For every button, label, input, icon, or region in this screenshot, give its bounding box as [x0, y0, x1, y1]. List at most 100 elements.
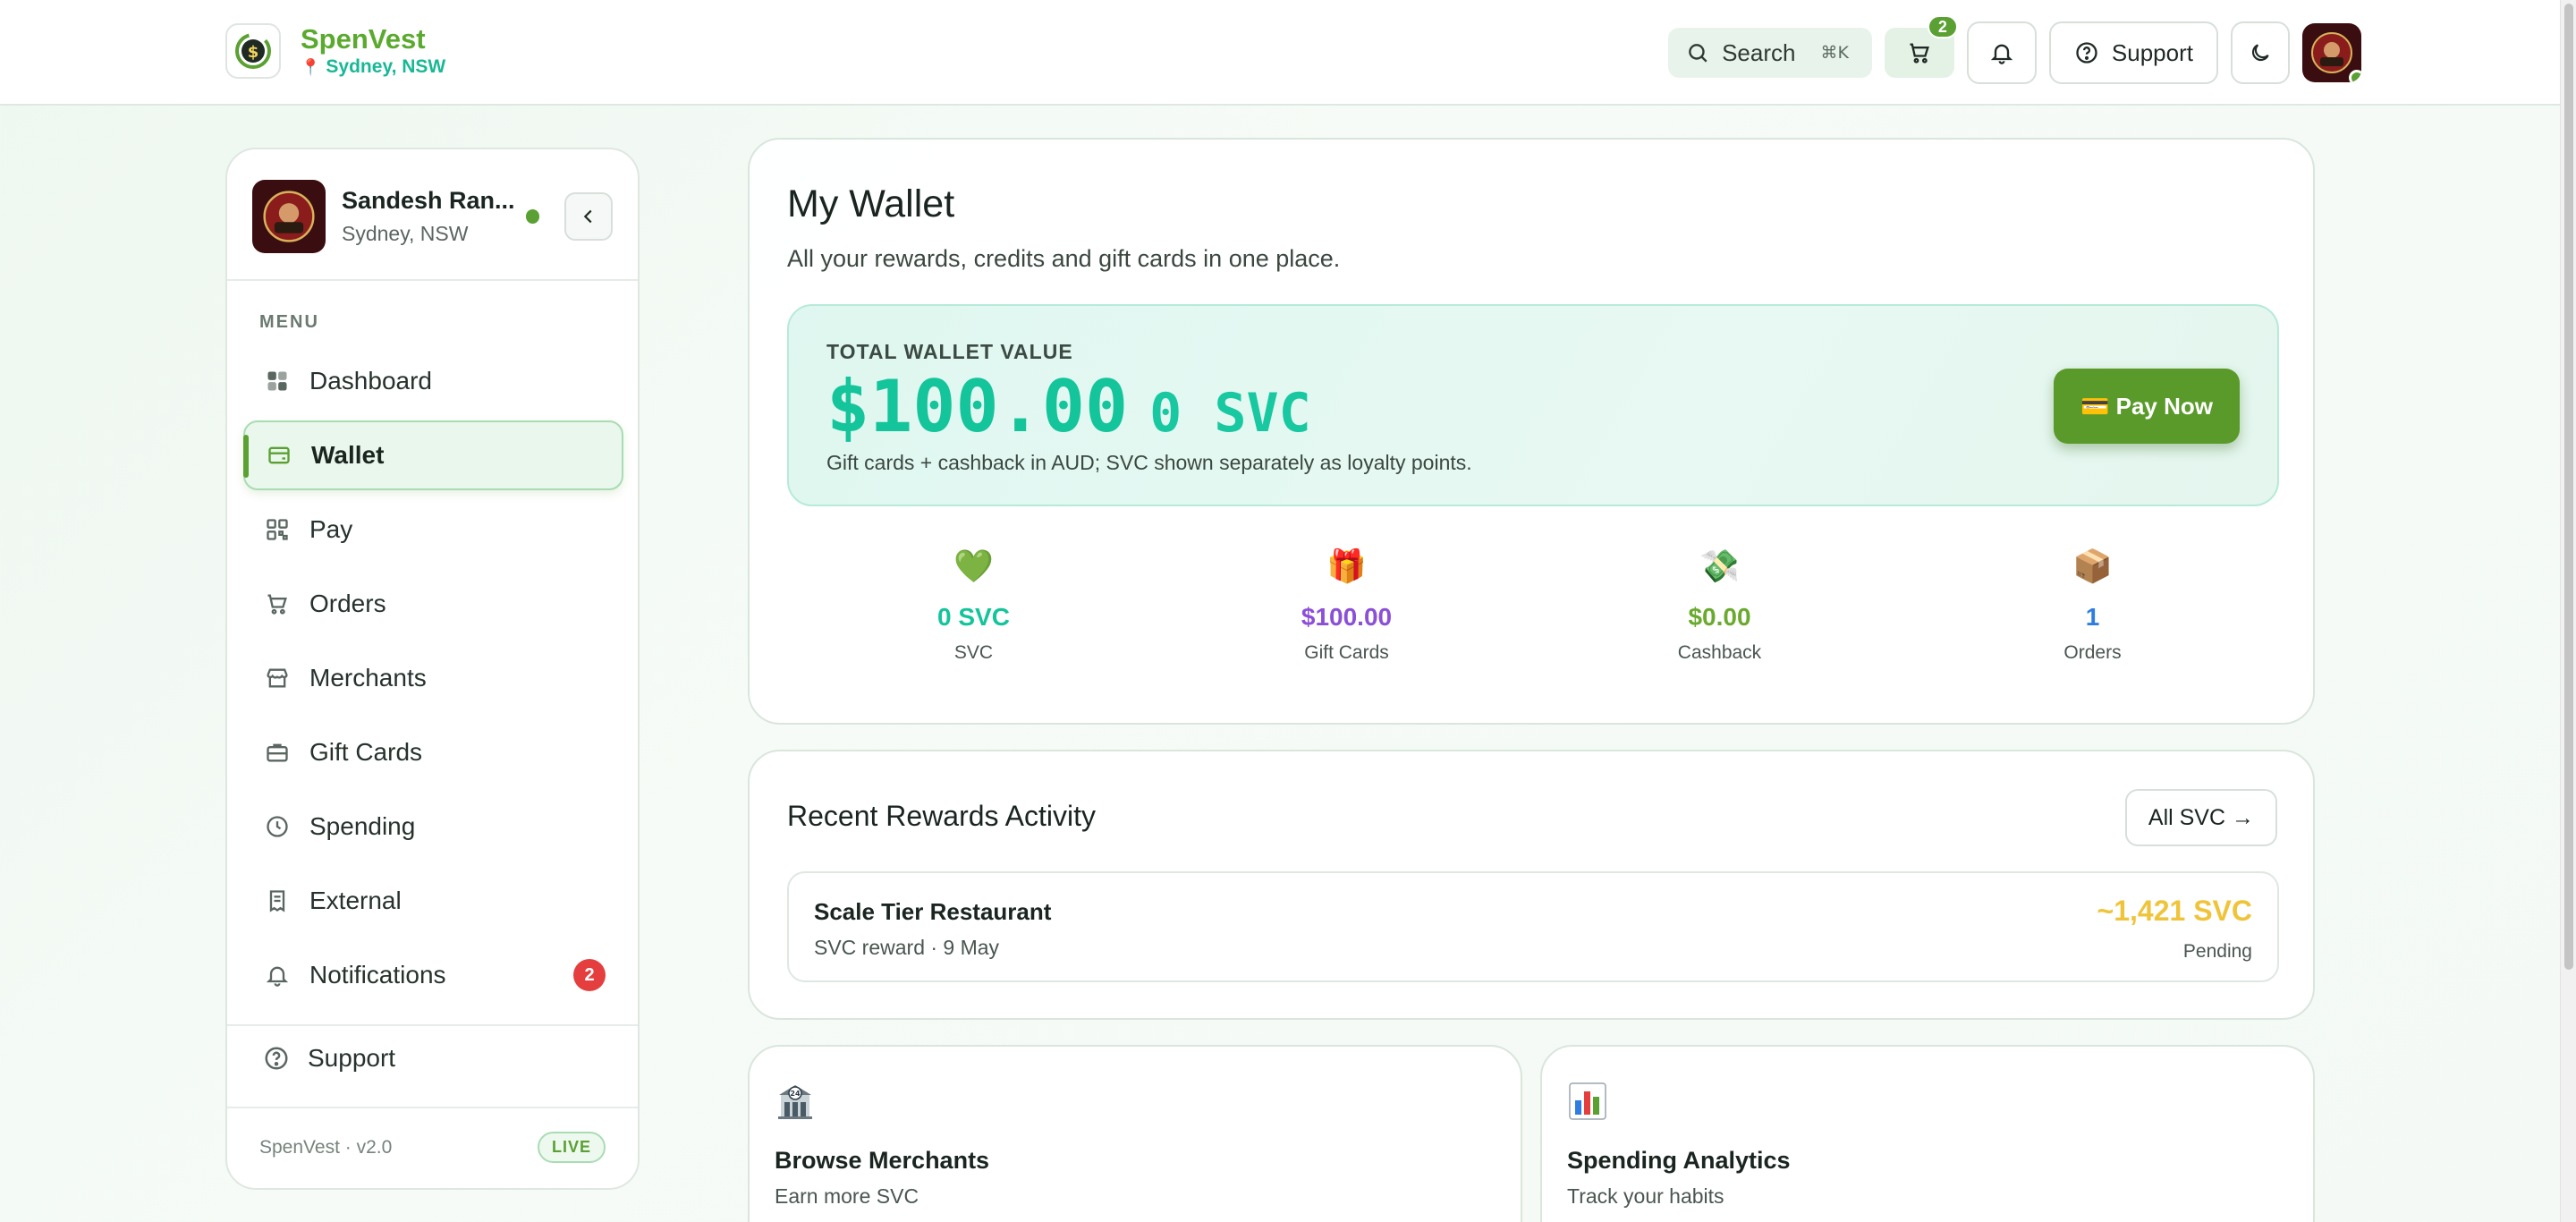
total-svc-value: 0 SVC — [1149, 382, 1311, 445]
activity-amount: ~1,421 SVC — [2097, 895, 2252, 927]
card-subtitle: Track your habits — [1567, 1184, 1724, 1208]
sidebar-nav: Dashboard Wallet Pay Orders Merchants Gi… — [243, 346, 623, 1014]
sidebar-item-label: Orders — [309, 590, 386, 617]
sidebar: Sandesh Ran... Sydney, NSW MENU Dashboar… — [225, 148, 640, 1190]
green-heart-icon: 💚 — [953, 548, 994, 585]
sidebar-support-label: Support — [308, 1044, 396, 1072]
top-navbar: $ SpenVest 📍 Sydney, NSW Search ⌘K 2 Sup… — [0, 0, 2560, 106]
sidebar-item-label: Dashboard — [309, 367, 432, 395]
sidebar-item-spending[interactable]: Spending — [243, 792, 623, 861]
online-status-dot — [2349, 70, 2361, 82]
card-subtitle: Earn more SVC — [775, 1184, 919, 1208]
menu-label: MENU — [259, 312, 319, 332]
browse-merchants-card[interactable]: 24 Browse Merchants Earn more SVC — [748, 1045, 1522, 1222]
online-status-dot — [525, 209, 539, 224]
bell-icon — [1990, 44, 2013, 64]
page-title: My Wallet — [787, 182, 955, 225]
cart-icon — [1910, 43, 1929, 64]
stat-orders: 📦 1 Orders — [1906, 547, 2279, 682]
theme-toggle-button[interactable] — [2231, 21, 2290, 84]
notifications-button[interactable] — [1966, 21, 2037, 84]
moon-icon — [2251, 44, 2269, 62]
bell-icon — [263, 961, 292, 989]
sidebar-item-orders[interactable]: Orders — [243, 569, 623, 639]
stat-label: Cashback — [1677, 642, 1762, 663]
sidebar-item-label: Merchants — [309, 664, 427, 692]
card-title: Spending Analytics — [1567, 1147, 1791, 1174]
divider — [227, 1107, 638, 1108]
search-shortcut: ⌘K — [1820, 43, 1849, 63]
brand[interactable]: $ SpenVest 📍 Sydney, NSW — [225, 23, 445, 79]
sidebar-item-label: External — [309, 887, 402, 914]
stat-value: 0 SVC — [937, 603, 1010, 631]
stat-gift-cards: 🎁 $100.00 Gift Cards — [1160, 547, 1533, 682]
brand-location: 📍 Sydney, NSW — [301, 56, 445, 78]
brand-name: SpenVest — [301, 23, 426, 55]
cart-count-badge: 2 — [1927, 15, 1958, 38]
package-icon: 📦 — [2072, 548, 2113, 585]
support-button[interactable]: Support — [2048, 21, 2218, 84]
pay-now-button[interactable]: 💳 Pay Now — [2054, 369, 2240, 444]
wallet-card: My Wallet All your rewards, credits and … — [748, 138, 2315, 725]
stat-label: Gift Cards — [1304, 642, 1389, 663]
sidebar-item-dashboard[interactable]: Dashboard — [243, 346, 623, 416]
sidebar-item-pay[interactable]: Pay — [243, 495, 623, 564]
cart-button[interactable]: 2 — [1884, 15, 1958, 78]
live-badge: LIVE — [537, 1132, 606, 1163]
activity-status: Pending — [2182, 941, 2252, 962]
sidebar-item-merchants[interactable]: Merchants — [243, 643, 623, 713]
help-circle-icon — [2076, 42, 2097, 64]
total-label: TOTAL WALLET VALUE — [826, 340, 1073, 363]
search-button[interactable]: Search ⌘K — [1668, 28, 1872, 78]
sidebar-item-support[interactable]: Support — [263, 1044, 395, 1073]
total-amount: $100.00 0 SVC — [826, 365, 1311, 448]
wallet-icon — [265, 441, 293, 470]
user-avatar[interactable] — [2302, 23, 2361, 82]
brand-logo: $ — [225, 23, 281, 79]
card-title: Browse Merchants — [775, 1147, 990, 1174]
stat-value: $0.00 — [1688, 603, 1751, 631]
sidebar-item-gift-cards[interactable]: Gift Cards — [243, 717, 623, 787]
divider — [227, 279, 638, 281]
activity-meta: SVC reward · 9 May — [814, 936, 1000, 959]
total-wallet-value-panel: TOTAL WALLET VALUE $100.00 0 SVC Gift ca… — [787, 304, 2279, 506]
support-label: Support — [2111, 38, 2193, 66]
recent-rewards-card: Recent Rewards Activity All SVC → Scale … — [748, 750, 2315, 1020]
sidebar-item-label: Pay — [309, 515, 353, 543]
briefcase-icon — [263, 738, 292, 767]
divider — [227, 1024, 638, 1026]
search-icon — [1689, 44, 1707, 63]
help-circle-icon — [263, 1045, 290, 1072]
stat-label: SVC — [953, 642, 994, 663]
stat-value: $100.00 — [1301, 603, 1393, 631]
sidebar-profile: Sandesh Ran... Sydney, NSW — [252, 178, 613, 255]
total-note: Gift cards + cashback in AUD; SVC shown … — [826, 451, 1472, 474]
spending-analytics-card[interactable]: Spending Analytics Track your habits — [1540, 1045, 2315, 1222]
location-pin-icon: 📍 — [301, 57, 321, 76]
collapse-sidebar-button[interactable] — [564, 192, 613, 241]
sidebar-item-notifications[interactable]: Notifications 2 — [243, 940, 623, 1010]
cart-icon — [263, 590, 292, 618]
sidebar-item-label: Gift Cards — [309, 738, 423, 766]
gift-icon: 🎁 — [1326, 548, 1367, 585]
sidebar-item-external[interactable]: External — [243, 866, 623, 936]
profile-avatar — [252, 180, 326, 253]
all-svc-button[interactable]: All SVC → — [2124, 789, 2277, 846]
svg-text:24: 24 — [790, 1090, 801, 1098]
stat-value: 1 — [2085, 603, 2100, 631]
scrollbar-thumb[interactable] — [2564, 4, 2573, 970]
sidebar-footer: SpenVest · v2.0 LIVE — [259, 1132, 606, 1163]
clock-icon — [263, 812, 292, 841]
bar-chart-icon — [1567, 1081, 1608, 1122]
activity-merchant: Scale Tier Restaurant — [814, 898, 1052, 925]
sidebar-item-label: Spending — [309, 812, 416, 840]
brand-location-text: Sydney, NSW — [326, 56, 446, 77]
list-item[interactable]: Scale Tier Restaurant SVC reward · 9 May… — [787, 871, 2279, 982]
total-amount-value: $100.00 — [826, 365, 1129, 448]
sidebar-item-label: Notifications — [309, 961, 446, 989]
page-scrollbar[interactable] — [2560, 0, 2576, 1222]
page-subtitle: All your rewards, credits and gift cards… — [787, 245, 1341, 272]
stat-label: Orders — [2063, 642, 2122, 663]
app-version: SpenVest · v2.0 — [259, 1136, 393, 1158]
sidebar-item-wallet[interactable]: Wallet — [243, 420, 623, 490]
